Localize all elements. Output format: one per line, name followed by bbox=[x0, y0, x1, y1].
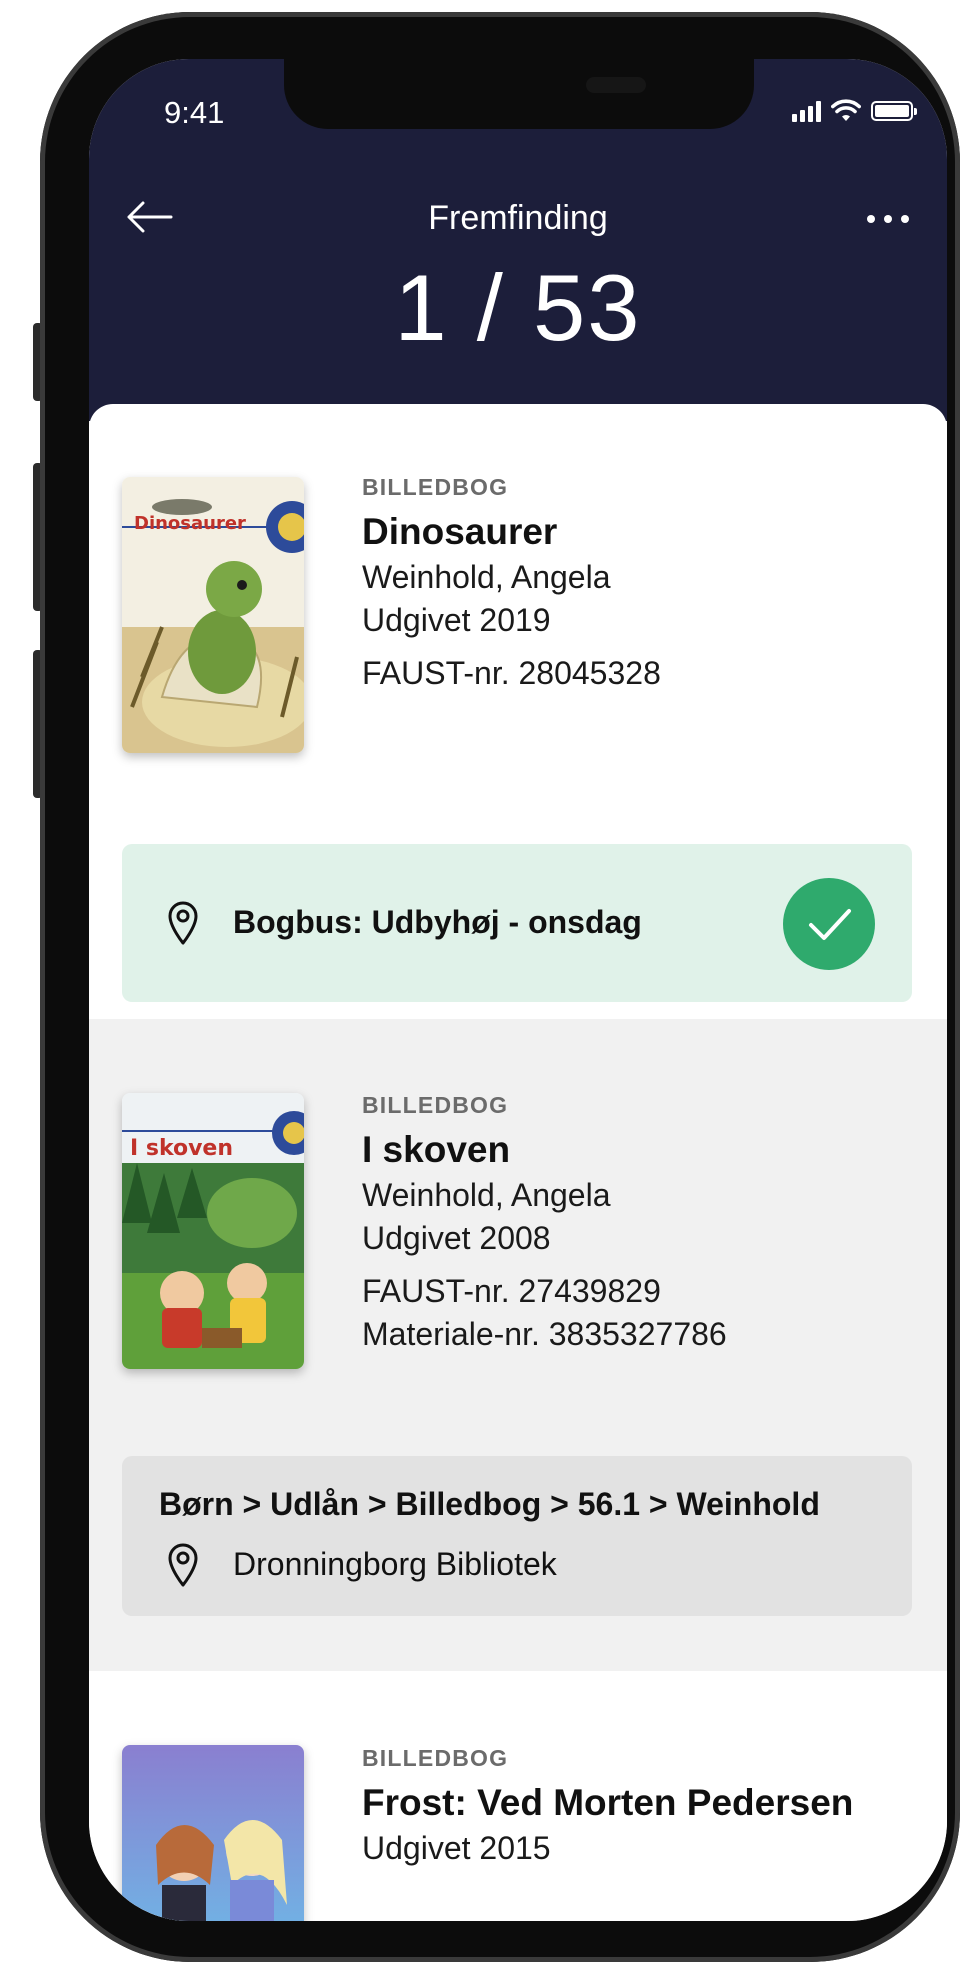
ellipsis-icon[interactable] bbox=[863, 209, 913, 229]
book-info: BILLEDBOG Frost: Ved Morten Pedersen Udg… bbox=[362, 1745, 853, 1867]
notch bbox=[284, 59, 754, 129]
book-title: I skoven bbox=[362, 1129, 511, 1170]
book-cover bbox=[122, 1745, 304, 1921]
battery-icon bbox=[871, 101, 917, 121]
faust-number: FAUST-nr. 27439829 bbox=[362, 1273, 661, 1309]
checkmark-icon bbox=[809, 909, 851, 940]
book-published: Udgivet 2019 bbox=[362, 602, 551, 638]
category-label: BILLEDBOG bbox=[362, 474, 509, 500]
camera bbox=[586, 77, 646, 93]
book-cover: I skoven bbox=[122, 1093, 304, 1369]
book-info: BILLEDBOG Dinosaurer Weinhold, Angela Ud… bbox=[362, 474, 661, 692]
map-pin-icon bbox=[168, 901, 198, 945]
book-title: Frost: Ved Morten Pedersen bbox=[362, 1782, 854, 1823]
map-pin-icon bbox=[168, 1543, 198, 1587]
book-published: Udgivet 2015 bbox=[362, 1830, 551, 1866]
status-time: 9:41 bbox=[164, 95, 225, 130]
status-icons bbox=[792, 99, 917, 123]
list-item[interactable]: BILLEDBOG Frost: Ved Morten Pedersen Udg… bbox=[89, 1671, 947, 1921]
cellular-signal-icon bbox=[792, 100, 821, 122]
location-label: Bogbus: Udbyhøj - onsdag bbox=[233, 904, 642, 940]
list-item[interactable]: Dinosaurer BILLEDBOG Dinosaurer Weinhold… bbox=[89, 404, 947, 1019]
cover-title: Dinosaurer bbox=[134, 513, 246, 534]
location-box[interactable]: Børn > Udlån > Billedbog > 56.1 > Weinho… bbox=[122, 1456, 912, 1616]
book-cover: Dinosaurer bbox=[122, 477, 304, 753]
category-label: BILLEDBOG bbox=[362, 1092, 509, 1118]
book-info: BILLEDBOG I skoven Weinhold, Angela Udgi… bbox=[362, 1092, 727, 1353]
location-box[interactable]: Bogbus: Udbyhøj - onsdag bbox=[122, 844, 912, 1002]
location-label: Dronningborg Bibliotek bbox=[233, 1546, 557, 1582]
item-counter: 1 / 53 bbox=[394, 255, 642, 360]
wifi-icon bbox=[831, 99, 861, 121]
book-author: Weinhold, Angela bbox=[362, 1177, 611, 1213]
phone-screen: 9:41 Fremfinding 1 / 53 Dinosaurer BILLE… bbox=[89, 59, 947, 1921]
cover-title: I skoven bbox=[130, 1136, 233, 1161]
list-item[interactable]: I skoven BILLEDBOG I skoven Weinhold, An… bbox=[89, 1019, 947, 1671]
checkmark-button[interactable] bbox=[783, 878, 875, 970]
book-author: Weinhold, Angela bbox=[362, 559, 611, 595]
shelf-path: Børn > Udlån > Billedbog > 56.1 > Weinho… bbox=[159, 1486, 820, 1522]
material-number: Materiale-nr. 3835327786 bbox=[362, 1316, 727, 1352]
category-label: BILLEDBOG bbox=[362, 1745, 509, 1771]
page-title: Fremfinding bbox=[428, 199, 608, 237]
book-published: Udgivet 2008 bbox=[362, 1220, 551, 1256]
faust-number: FAUST-nr. 28045328 bbox=[362, 655, 661, 691]
book-title: Dinosaurer bbox=[362, 511, 558, 552]
